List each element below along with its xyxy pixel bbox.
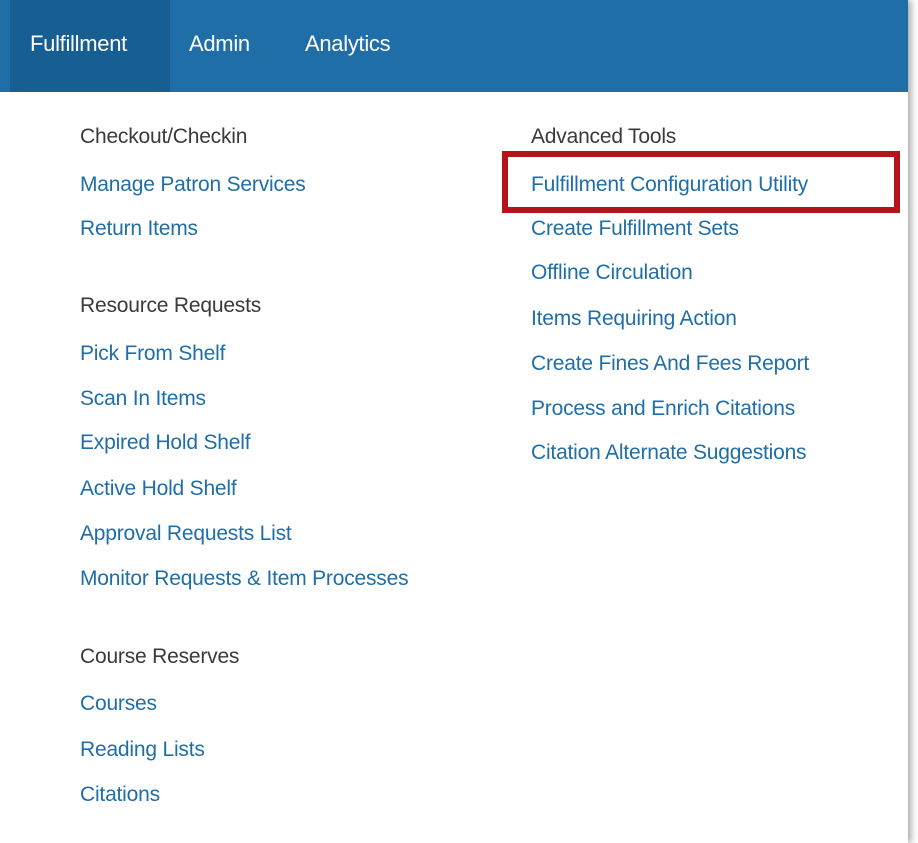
menu-link-manage-patron-services[interactable]: Manage Patron Services bbox=[80, 173, 306, 197]
menu-link-citation-alternate-suggestions[interactable]: Citation Alternate Suggestions bbox=[531, 441, 807, 465]
tab-fulfillment[interactable]: Fulfillment bbox=[10, 0, 170, 92]
menu-link-citations[interactable]: Citations bbox=[80, 783, 160, 807]
tab-admin[interactable]: Admin bbox=[189, 0, 250, 92]
highlight-annotation-box bbox=[502, 151, 900, 213]
menu-link-courses[interactable]: Courses bbox=[80, 692, 157, 716]
menu-link-offline-circulation[interactable]: Offline Circulation bbox=[531, 261, 693, 285]
menu-link-active-hold-shelf[interactable]: Active Hold Shelf bbox=[80, 477, 237, 501]
section-title-advanced-tools: Advanced Tools bbox=[531, 125, 677, 148]
menu-link-create-fulfillment-sets[interactable]: Create Fulfillment Sets bbox=[531, 217, 739, 241]
menu-link-reading-lists[interactable]: Reading Lists bbox=[80, 738, 205, 762]
section-title-checkout-checkin: Checkout/Checkin bbox=[80, 125, 248, 148]
menu-link-pick-from-shelf[interactable]: Pick From Shelf bbox=[80, 342, 225, 366]
menu-link-expired-hold-shelf[interactable]: Expired Hold Shelf bbox=[80, 431, 251, 455]
menu-link-process-and-enrich-citations[interactable]: Process and Enrich Citations bbox=[531, 397, 795, 421]
menu-link-scan-in-items[interactable]: Scan In Items bbox=[80, 387, 206, 411]
page-frame: Fulfillment Admin Analytics Checkout/Che… bbox=[0, 0, 908, 843]
menu-link-return-items[interactable]: Return Items bbox=[80, 217, 198, 241]
menu-link-items-requiring-action[interactable]: Items Requiring Action bbox=[531, 307, 737, 331]
menu-link-monitor-requests[interactable]: Monitor Requests & Item Processes bbox=[80, 567, 409, 591]
section-title-course-reserves: Course Reserves bbox=[80, 645, 240, 668]
tab-analytics[interactable]: Analytics bbox=[305, 0, 391, 92]
section-title-resource-requests: Resource Requests bbox=[80, 294, 262, 317]
menu-link-approval-requests-list[interactable]: Approval Requests List bbox=[80, 522, 292, 546]
top-nav-bar: Fulfillment Admin Analytics bbox=[0, 0, 908, 92]
menu-link-create-fines-and-fees-report[interactable]: Create Fines And Fees Report bbox=[531, 352, 809, 376]
